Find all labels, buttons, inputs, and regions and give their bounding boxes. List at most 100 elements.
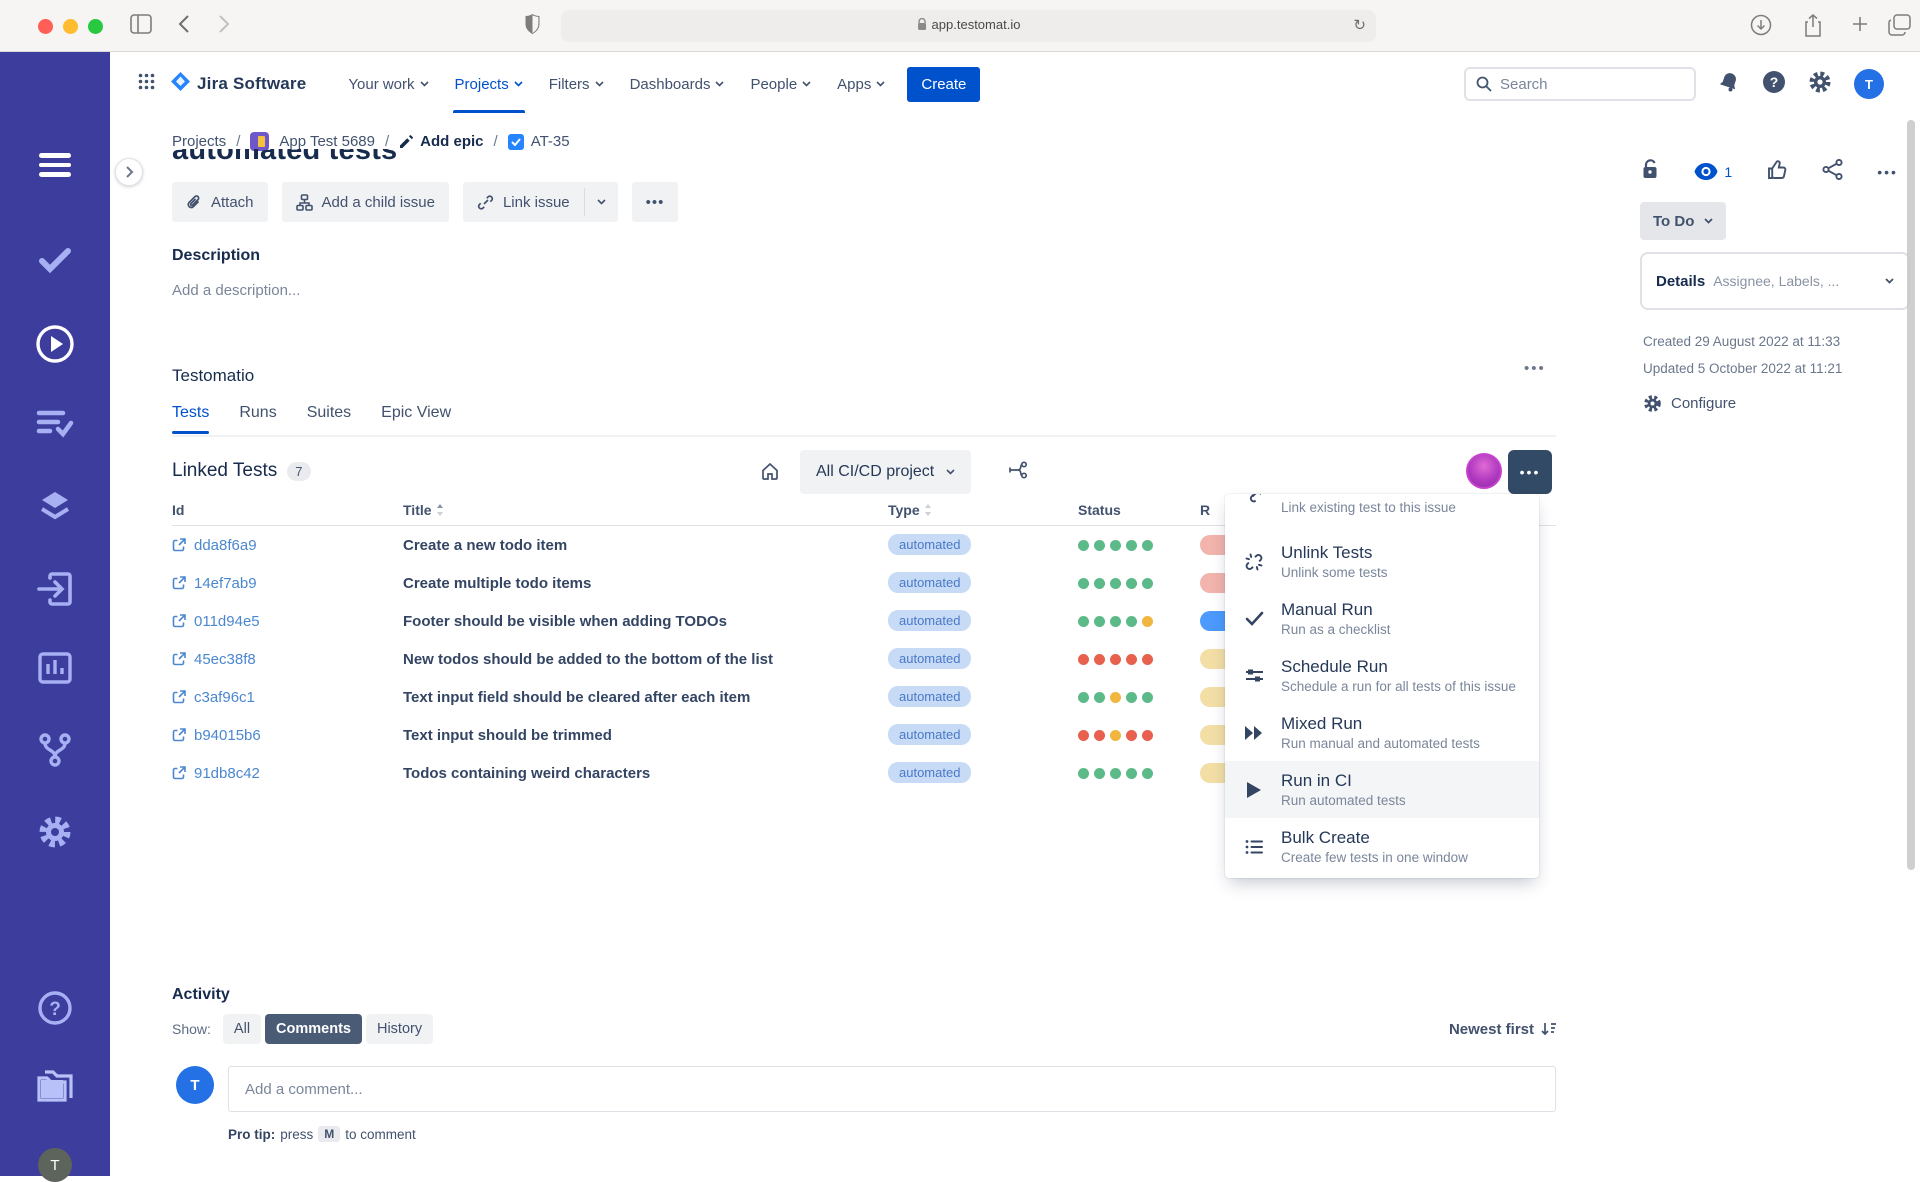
- nav-item-people[interactable]: People: [742, 70, 819, 99]
- checklist-icon[interactable]: [36, 408, 74, 438]
- window-zoom-button[interactable]: [88, 19, 103, 34]
- rail-user-avatar[interactable]: T: [38, 1148, 72, 1182]
- nav-item-your-work[interactable]: Your work: [340, 70, 436, 99]
- tab-epic-view[interactable]: Epic View: [381, 404, 451, 434]
- tab-suites[interactable]: Suites: [307, 404, 351, 434]
- issue-title[interactable]: automated tests: [172, 149, 872, 173]
- header-user-avatar[interactable]: T: [1854, 69, 1884, 99]
- breadcrumb-projects[interactable]: Projects: [172, 133, 226, 150]
- column-type[interactable]: Type: [888, 502, 1078, 518]
- test-id-link[interactable]: 45ec38f8: [172, 651, 403, 668]
- menu-item-bulk-create[interactable]: Bulk Create Create few tests in one windo…: [1225, 818, 1539, 875]
- filter-comments[interactable]: Comments: [265, 1014, 362, 1044]
- import-icon[interactable]: [37, 572, 73, 606]
- menu-hamburger-icon[interactable]: [39, 148, 71, 182]
- flow-settings-icon[interactable]: [1008, 461, 1028, 484]
- test-id-link[interactable]: dda8f6a9: [172, 537, 403, 554]
- create-button[interactable]: Create: [907, 66, 981, 102]
- window-minimize-button[interactable]: [63, 19, 78, 34]
- share-icon[interactable]: [1803, 14, 1823, 43]
- issue-more-button[interactable]: •••: [1877, 164, 1898, 180]
- test-id-link[interactable]: 14ef7ab9: [172, 575, 403, 592]
- nav-item-filters[interactable]: Filters: [541, 70, 612, 99]
- tab-runs[interactable]: Runs: [239, 404, 276, 434]
- share-nodes-icon[interactable]: [1822, 158, 1843, 185]
- menu-item-unlink-tests[interactable]: Unlink Tests Unlink some tests: [1225, 533, 1539, 590]
- tests-check-icon[interactable]: [38, 246, 72, 274]
- breadcrumb-issue-key[interactable]: AT-35: [507, 133, 570, 150]
- window-close-button[interactable]: [38, 19, 53, 34]
- tab-overview-icon[interactable]: [1888, 14, 1912, 41]
- linked-tests-label: Linked Tests: [172, 460, 278, 481]
- forward-icon[interactable]: [218, 14, 230, 39]
- breadcrumb-project-name[interactable]: App Test 5689: [279, 133, 375, 150]
- back-icon[interactable]: [178, 14, 190, 39]
- status-dots: [1078, 767, 1200, 779]
- suites-layers-icon[interactable]: [37, 490, 73, 520]
- menu-item-run-in-ci[interactable]: Run in CI Run automated tests: [1225, 761, 1539, 818]
- column-title[interactable]: Title: [403, 502, 888, 518]
- test-id-link[interactable]: c3af96c1: [172, 689, 403, 706]
- search-input[interactable]: [1500, 75, 1660, 93]
- status-dropdown[interactable]: To Do: [1640, 202, 1727, 240]
- help-icon[interactable]: ?: [37, 990, 73, 1026]
- menu-item-subtitle: Schedule a run for all tests of this iss…: [1281, 679, 1516, 695]
- test-id-link[interactable]: b94015b6: [172, 727, 403, 744]
- page-scrollbar[interactable]: [1907, 120, 1915, 870]
- link-issue-button[interactable]: Link issue: [463, 182, 584, 222]
- column-id[interactable]: Id: [172, 502, 403, 518]
- sidebar-toggle-icon[interactable]: [130, 14, 152, 39]
- app-switcher-icon[interactable]: [138, 73, 155, 95]
- help-circle-icon[interactable]: ?: [1762, 70, 1786, 99]
- reports-chart-icon[interactable]: [38, 652, 72, 684]
- refresh-icon[interactable]: ↻: [1353, 16, 1366, 34]
- jira-diamond-icon: [171, 72, 190, 96]
- nav-item-dashboards[interactable]: Dashboards: [622, 70, 733, 99]
- unlock-icon[interactable]: [1640, 158, 1660, 185]
- status-dot-green: [1110, 615, 1121, 627]
- jira-logo[interactable]: Jira Software: [171, 72, 306, 96]
- menu-item-mixed-run[interactable]: Mixed Run Run manual and automated tests: [1225, 704, 1539, 761]
- details-panel-toggle[interactable]: Details Assignee, Labels, ...: [1640, 252, 1910, 310]
- downloads-icon[interactable]: [1750, 14, 1772, 41]
- projects-folder-icon[interactable]: [35, 1070, 75, 1104]
- watchers-button[interactable]: 1: [1694, 163, 1732, 180]
- notifications-bell-icon[interactable]: [1718, 71, 1740, 98]
- header-gear-icon[interactable]: [1808, 70, 1832, 99]
- test-id-link[interactable]: 91db8c42: [172, 765, 403, 782]
- linked-tests-actions-button[interactable]: •••: [1508, 450, 1552, 494]
- description-placeholder[interactable]: Add a description...: [172, 282, 300, 299]
- like-icon[interactable]: [1767, 159, 1788, 185]
- nav-item-apps[interactable]: Apps: [829, 70, 893, 99]
- column-status[interactable]: Status: [1078, 502, 1200, 518]
- type-badge: automated: [888, 572, 972, 593]
- filter-history[interactable]: History: [365, 1014, 434, 1044]
- menu-item-link-existing-test-to-this-iss[interactable]: Link existing test to this issue: [1225, 494, 1539, 533]
- breadcrumb-add-epic[interactable]: Add epic: [399, 133, 484, 150]
- menu-item-schedule-run[interactable]: Schedule Run Schedule a run for all tests…: [1225, 647, 1539, 704]
- home-icon[interactable]: [760, 461, 780, 486]
- sort-order-button[interactable]: Newest first: [1449, 1021, 1556, 1038]
- settings-gear-icon[interactable]: [37, 814, 73, 850]
- privacy-shield-icon[interactable]: [524, 13, 541, 40]
- filter-all[interactable]: All: [222, 1014, 262, 1044]
- project-filter-dropdown[interactable]: All CI/CD project: [800, 450, 972, 494]
- url-bar[interactable]: app.testomat.io ↻: [561, 10, 1376, 42]
- toolbar-more-button[interactable]: •••: [631, 182, 679, 222]
- member-avatar[interactable]: [1466, 453, 1502, 489]
- new-tab-icon[interactable]: [1850, 14, 1870, 39]
- branch-icon[interactable]: [38, 732, 72, 768]
- attach-button[interactable]: Attach: [172, 182, 268, 222]
- tab-tests[interactable]: Tests: [172, 404, 210, 434]
- link-issue-dropdown-button[interactable]: [585, 182, 618, 222]
- testomatio-more-button[interactable]: •••: [1524, 360, 1546, 377]
- add-child-issue-button[interactable]: Add a child issue: [281, 182, 449, 222]
- runs-play-icon[interactable]: [35, 324, 75, 364]
- nav-item-projects[interactable]: Projects: [447, 70, 531, 113]
- comment-input[interactable]: Add a comment...: [228, 1066, 1556, 1112]
- menu-item-manual-run[interactable]: Manual Run Run as a checklist: [1225, 590, 1539, 647]
- panel-expand-button[interactable]: [115, 158, 143, 186]
- configure-button[interactable]: Configure: [1643, 394, 1736, 413]
- search-box[interactable]: [1464, 67, 1696, 101]
- test-id-link[interactable]: 011d94e5: [172, 613, 403, 630]
